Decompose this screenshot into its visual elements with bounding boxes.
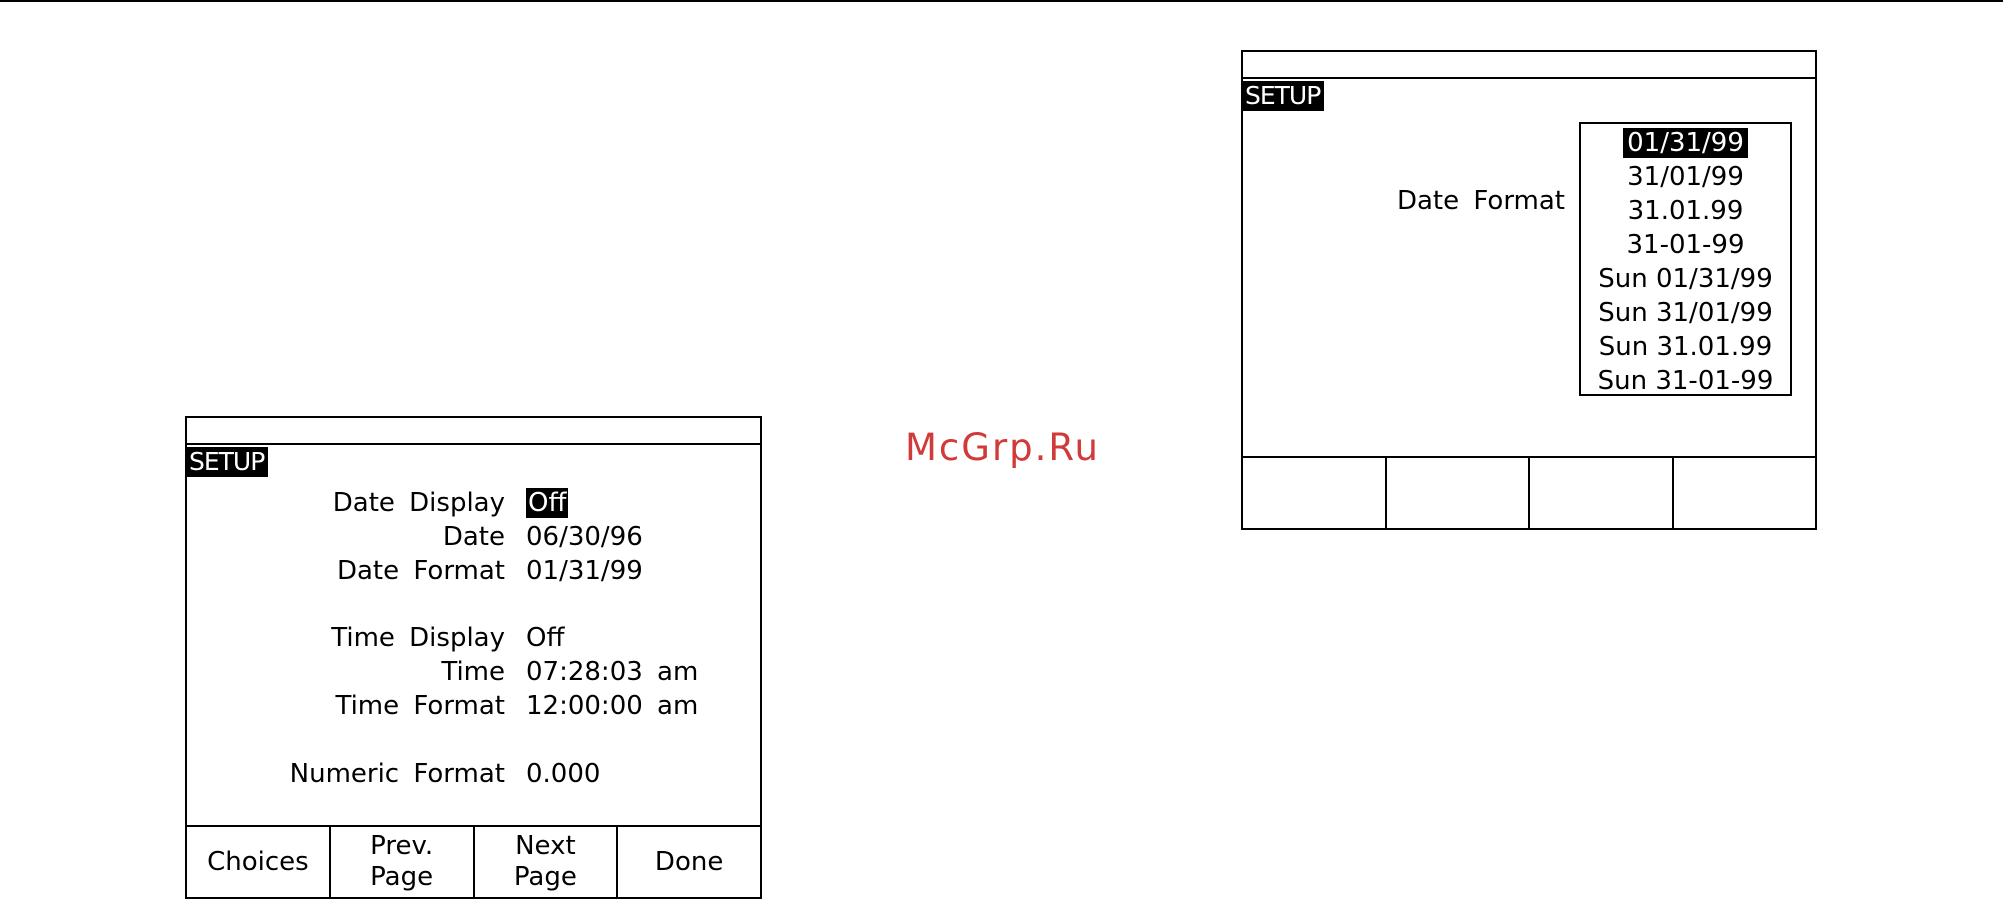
option-label: 31/01/99 [1627, 162, 1744, 192]
option-label: 31-01-99 [1626, 230, 1745, 260]
softkey-bar [1243, 456, 1815, 528]
date-format-option[interactable]: Sun 31-01-99 [1581, 364, 1790, 398]
screen-mode-tag: SETUP [187, 447, 269, 477]
date-format-option[interactable]: 31/01/99 [1581, 160, 1790, 194]
softkey-4[interactable] [1674, 458, 1816, 528]
prev-page-softkey[interactable]: Prev. Page [331, 827, 475, 897]
date-format-option[interactable]: 01/31/99 [1581, 126, 1790, 160]
time-format-value[interactable]: 12:00:00 am [526, 689, 698, 723]
numeric-format-value[interactable]: 0.000 [526, 757, 600, 791]
softkey-1[interactable] [1243, 458, 1387, 528]
setup-screen-left: SETUP Date Display Off Date 06/30/96 Dat… [185, 416, 762, 899]
softkey-bar: Choices Prev. Page Next Page Done [187, 825, 760, 897]
softkey-2[interactable] [1387, 458, 1530, 528]
date-format-option[interactable]: Sun 31.01.99 [1581, 330, 1790, 364]
date-format-label: Date Format [336, 556, 505, 586]
watermark-text: McGrp.Ru [905, 426, 1100, 469]
date-value[interactable]: 06/30/96 [526, 520, 643, 554]
setup-screen-right: SETUP Date Format 01/31/99 31/01/99 31.0… [1241, 50, 1817, 530]
numeric-format-label: Numeric Format [289, 759, 505, 789]
date-format-value[interactable]: 01/31/99 [526, 554, 643, 588]
time-format-label: Time Format [335, 691, 505, 721]
softkey-3[interactable] [1530, 458, 1674, 528]
time-display-value[interactable]: Off [526, 621, 564, 655]
time-value[interactable]: 07:28:03 am [526, 655, 698, 689]
screen-mode-tag: SETUP [1243, 81, 1325, 111]
screen-top-bar [187, 418, 760, 445]
option-label: Sun 01/31/99 [1598, 264, 1773, 294]
date-format-option[interactable]: Sun 31/01/99 [1581, 296, 1790, 330]
done-softkey[interactable]: Done [618, 827, 760, 897]
date-display-selection[interactable]: Off [526, 488, 569, 518]
choices-softkey[interactable]: Choices [187, 827, 331, 897]
option-label: Sun 31-01-99 [1597, 366, 1774, 396]
date-display-value[interactable]: Off [526, 486, 569, 520]
page-top-rule [0, 0, 2003, 2]
option-label: Sun 31/01/99 [1598, 298, 1773, 328]
date-display-label: Date Display [332, 488, 505, 518]
next-page-softkey[interactable]: Next Page [475, 827, 619, 897]
date-format-option[interactable]: 31.01.99 [1581, 194, 1790, 228]
date-label: Date [442, 522, 505, 552]
screen-top-bar [1243, 52, 1815, 79]
date-format-choices-list: 01/31/99 31/01/99 31.01.99 31-01-99 Sun … [1579, 122, 1792, 396]
time-label: Time [441, 657, 505, 687]
option-label: 31.01.99 [1627, 196, 1744, 226]
option-label: 01/31/99 [1623, 128, 1748, 158]
date-format-option[interactable]: 31-01-99 [1581, 228, 1790, 262]
date-format-label: Date Format [1396, 186, 1565, 216]
date-format-option[interactable]: Sun 01/31/99 [1581, 262, 1790, 296]
time-display-label: Time Display [331, 623, 505, 653]
option-label: Sun 31.01.99 [1598, 332, 1773, 362]
